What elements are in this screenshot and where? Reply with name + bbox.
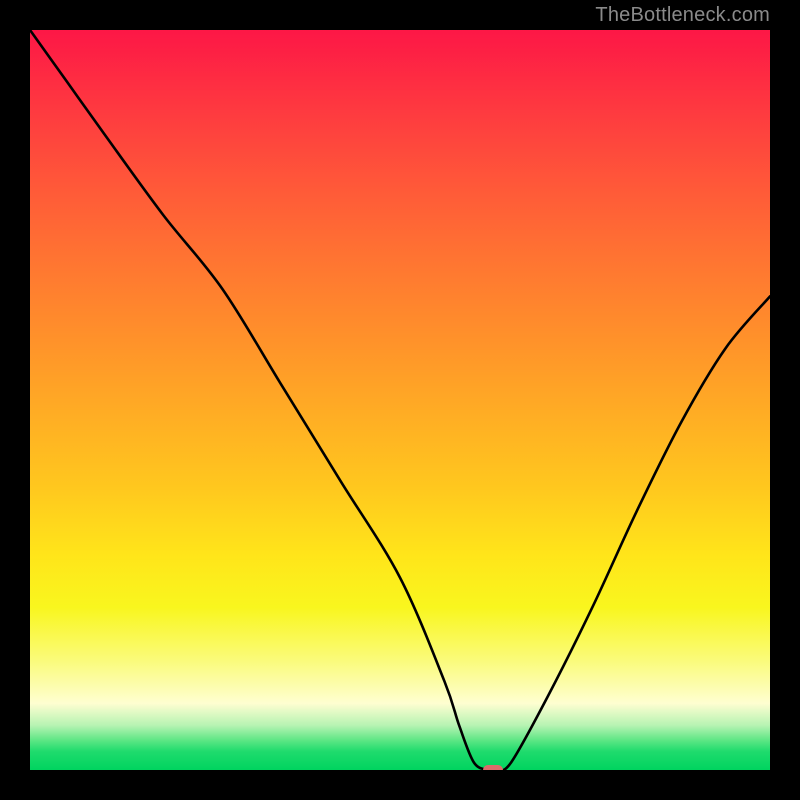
plot-area bbox=[30, 30, 770, 770]
watermark-text: TheBottleneck.com bbox=[595, 4, 770, 27]
optimal-marker bbox=[483, 765, 503, 770]
chart-frame: TheBottleneck.com bbox=[0, 0, 800, 800]
bottleneck-curve bbox=[30, 30, 770, 770]
